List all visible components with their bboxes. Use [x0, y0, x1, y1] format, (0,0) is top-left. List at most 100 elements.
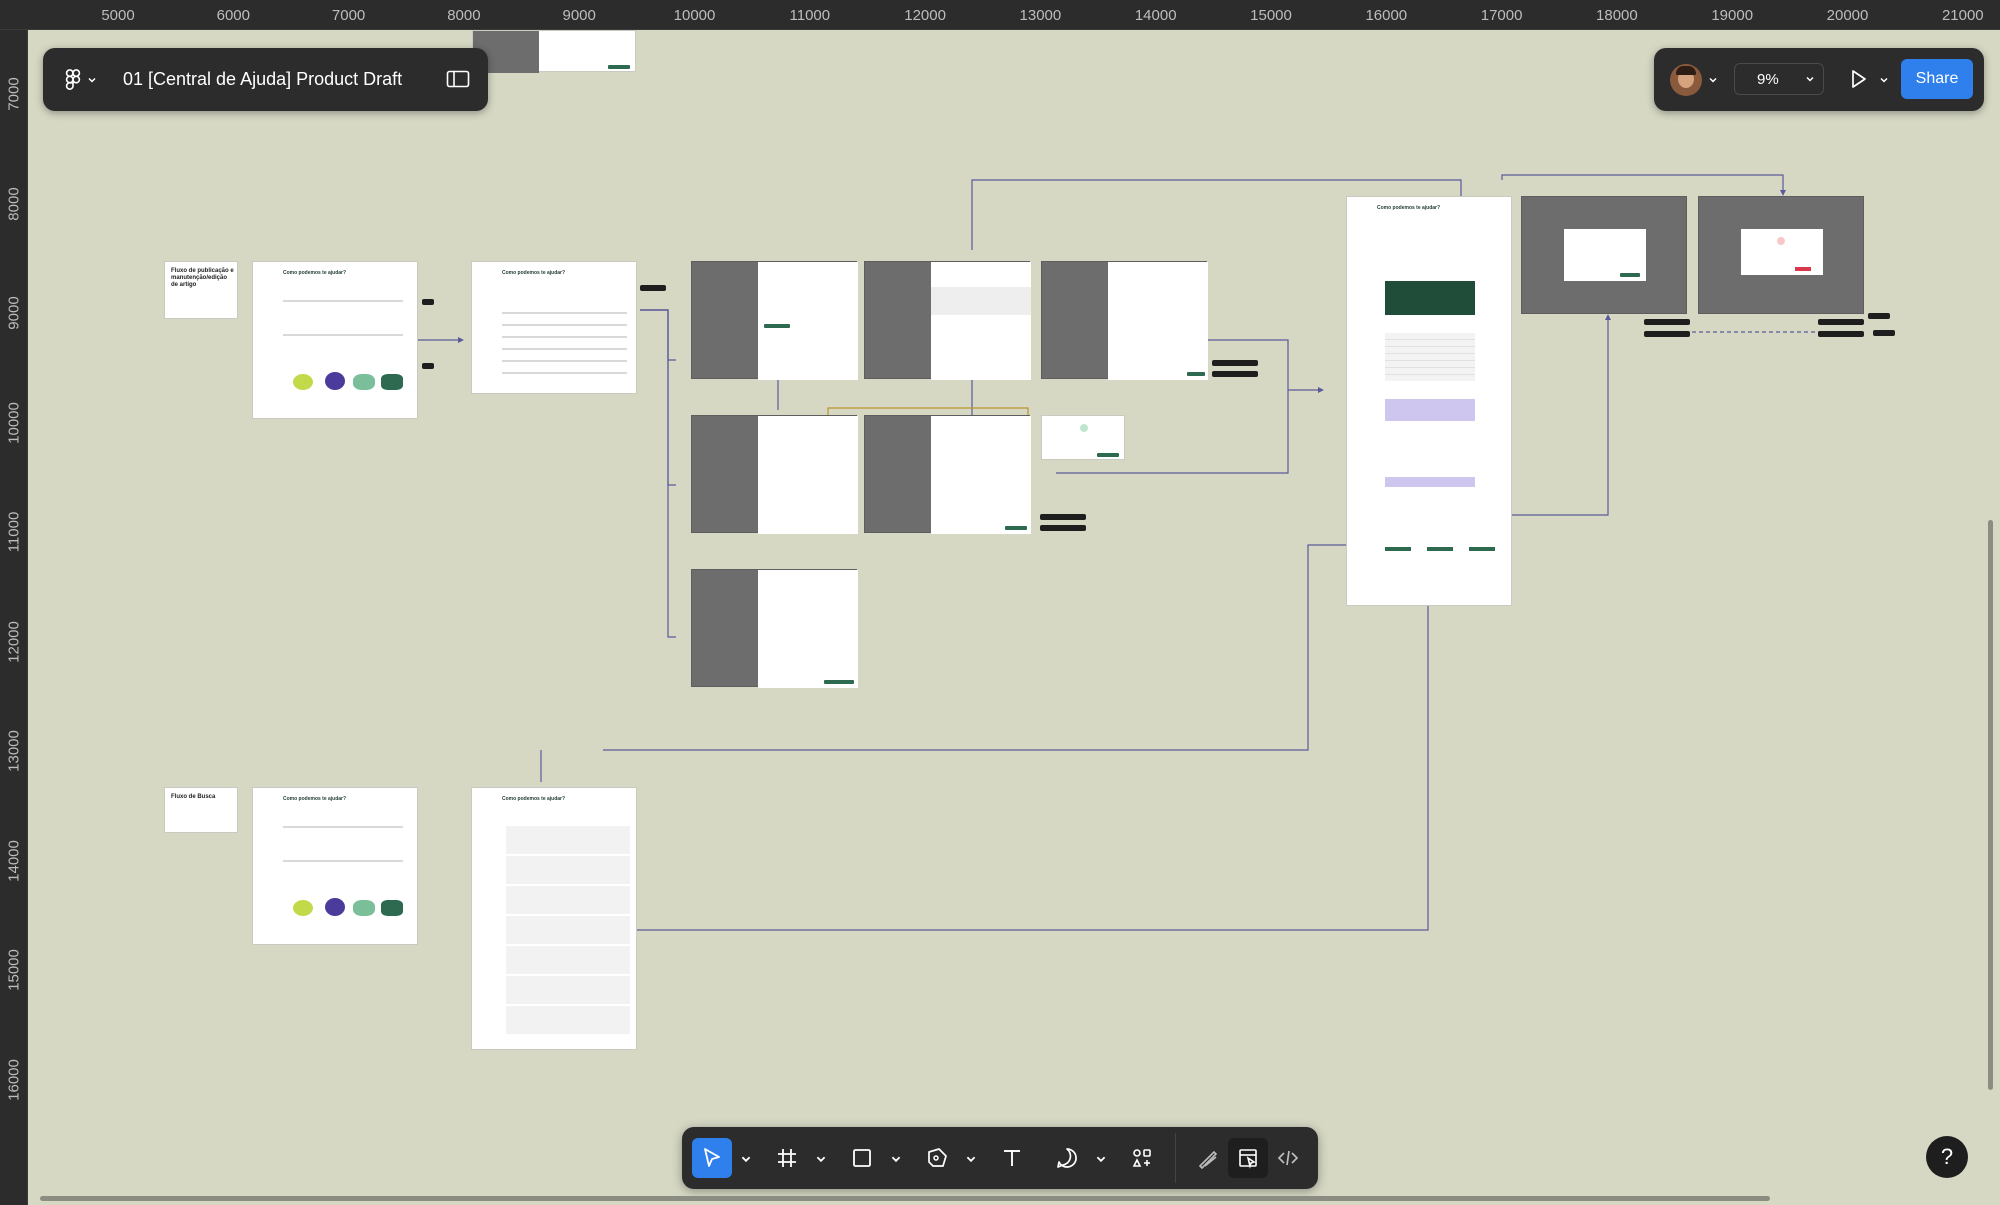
- help-button[interactable]: ?: [1926, 1136, 1968, 1178]
- dev-mode-button[interactable]: [1268, 1138, 1308, 1178]
- zoom-dropdown[interactable]: 9%: [1734, 63, 1824, 95]
- tag-dark-10: [1818, 319, 1864, 325]
- ruler-top-tick: 7000: [331, 7, 366, 24]
- ruler-top-tick: 15000: [1250, 7, 1292, 24]
- toolbar-divider: [1175, 1133, 1176, 1183]
- ruler-left-tick: 10000: [5, 401, 23, 444]
- horizontal-scrollbar[interactable]: [40, 1196, 1770, 1201]
- design-mode-button[interactable]: [1228, 1138, 1268, 1178]
- tag-dark-3: [640, 285, 666, 291]
- main-menu-button[interactable]: [65, 68, 97, 91]
- tag-dark-11: [1818, 331, 1864, 337]
- ruler-top-tick: 11000: [789, 7, 831, 24]
- ruler-top-tick: 5000: [101, 7, 135, 24]
- draw-mode-button[interactable]: [1188, 1138, 1228, 1178]
- chevron-down-icon[interactable]: [965, 1153, 977, 1165]
- ruler-top-tick: 19000: [1711, 7, 1754, 24]
- note-publish-flow-text: Fluxo de publicação e manutenção/edição …: [171, 268, 234, 288]
- frame-article-detail[interactable]: Como podemos te ajudar?: [1346, 196, 1512, 606]
- ruler-left-tick: 14000: [5, 839, 23, 882]
- pen-icon: [928, 1148, 947, 1167]
- frame-modal-3[interactable]: [1041, 261, 1208, 380]
- chevron-down-icon: [1806, 76, 1814, 82]
- avatar[interactable]: [1670, 64, 1702, 96]
- chevron-down-icon[interactable]: [815, 1153, 827, 1165]
- tag-dark-5: [1212, 371, 1258, 377]
- chevron-down-icon[interactable]: [1095, 1153, 1107, 1165]
- tag-dark-12: [1868, 313, 1890, 319]
- ruler-left-tick: 8000: [5, 186, 23, 221]
- file-title[interactable]: 01 [Central de Ajuda] Product Draft: [123, 69, 402, 90]
- note-search-flow[interactable]: Fluxo de Busca: [164, 787, 238, 833]
- pen-tool-button[interactable]: [917, 1138, 957, 1178]
- design-icon: [1239, 1149, 1257, 1169]
- ruler-left: 7000 8000 9000 10000 11000 12000 13000 14000 150…: [0, 30, 28, 1205]
- file-toolbar: 01 [Central de Ajuda] Product Draft: [43, 48, 488, 111]
- note-publish-flow[interactable]: Fluxo de publicação e manutenção/edição …: [164, 261, 238, 319]
- ruler-top-tick: 6000: [216, 7, 250, 24]
- ruler-top-tick: 8000: [447, 7, 481, 24]
- frame-search-home-header: Como podemos te ajudar?: [283, 796, 347, 802]
- share-button[interactable]: Share: [1901, 59, 1973, 99]
- zoom-value: 9%: [1757, 70, 1779, 88]
- actions-icon: [1132, 1149, 1151, 1167]
- frame-home[interactable]: Como podemos te ajudar?: [252, 261, 418, 419]
- frame-delete-confirm-2[interactable]: [1698, 196, 1864, 314]
- right-toolbar: 9% Share: [1654, 48, 1984, 111]
- tag-dark-2: [422, 363, 434, 369]
- ruler-left-tick: 7000: [5, 77, 23, 111]
- frame-modal-4[interactable]: [691, 415, 858, 534]
- frame-search-results[interactable]: Como podemos te ajudar?: [471, 787, 637, 1050]
- frame-tool-button[interactable]: [767, 1138, 807, 1178]
- toggle-sidebar-button[interactable]: [446, 68, 470, 90]
- comment-icon: [1057, 1148, 1077, 1168]
- draw-icon: [1198, 1150, 1218, 1169]
- frame-success-dialog[interactable]: [1041, 415, 1125, 460]
- frame-modal-5[interactable]: [864, 415, 1031, 534]
- frame-article-list[interactable]: Como podemos te ajudar?: [471, 261, 637, 394]
- chevron-down-icon[interactable]: [740, 1153, 752, 1165]
- chevron-down-icon[interactable]: [1708, 75, 1718, 85]
- frame-search-results-header: Como podemos te ajudar?: [502, 796, 566, 802]
- ruler-top-tick: 10000: [673, 7, 716, 24]
- ruler-top-tick: 17000: [1480, 7, 1523, 24]
- ruler-left-tick: 9000: [5, 296, 23, 330]
- text-tool-button[interactable]: [992, 1138, 1032, 1178]
- ruler-left-tick: 11000: [5, 511, 23, 553]
- tag-dark-4: [1212, 360, 1258, 366]
- tag-dark-8: [1644, 319, 1690, 325]
- ruler-top-tick: 14000: [1134, 7, 1177, 24]
- tag-dark-9: [1644, 331, 1690, 337]
- comment-tool-button[interactable]: [1047, 1138, 1087, 1178]
- ruler-left-tick: 12000: [5, 620, 23, 663]
- ruler-top-tick: 13000: [1019, 7, 1062, 24]
- chevron-down-icon[interactable]: [1879, 75, 1889, 85]
- frame-search-home[interactable]: Como podemos te ajudar?: [252, 787, 418, 945]
- move-tool-button[interactable]: [692, 1138, 732, 1178]
- mode-switcher: [1184, 1135, 1310, 1181]
- ruler-top-tick: 16000: [1365, 7, 1408, 24]
- frame-modal-6[interactable]: [691, 569, 858, 688]
- tag-dark-6: [1040, 514, 1086, 520]
- tag-dark-7: [1040, 525, 1086, 531]
- design-canvas[interactable]: Fluxo de publicação e manutenção/edição …: [28, 30, 2000, 1205]
- ruler-top-tick: 9000: [562, 7, 596, 24]
- ruler-top-tick: 21000: [1941, 7, 1984, 24]
- actions-tool-button[interactable]: [1122, 1138, 1162, 1178]
- present-button[interactable]: [1846, 67, 1870, 91]
- frame-delete-confirm-1[interactable]: [1521, 196, 1687, 314]
- chevron-down-icon[interactable]: [890, 1153, 902, 1165]
- cursor-icon: [704, 1148, 720, 1167]
- play-icon: [1852, 70, 1866, 88]
- ruler-left-tick: 13000: [5, 730, 23, 772]
- ruler-left-tick: 15000: [5, 949, 23, 991]
- frame-partial-top[interactable]: [472, 30, 636, 73]
- bottom-toolbar: [682, 1127, 1318, 1189]
- frame-modal-2[interactable]: [864, 261, 1031, 380]
- ruler-top-tick: 20000: [1826, 7, 1869, 24]
- rectangle-tool-button[interactable]: [842, 1138, 882, 1178]
- frame-modal-1[interactable]: [691, 261, 858, 380]
- tag-dark-13: [1873, 330, 1895, 336]
- vertical-scrollbar[interactable]: [1988, 520, 1993, 1090]
- tag-dark-1: [422, 299, 434, 305]
